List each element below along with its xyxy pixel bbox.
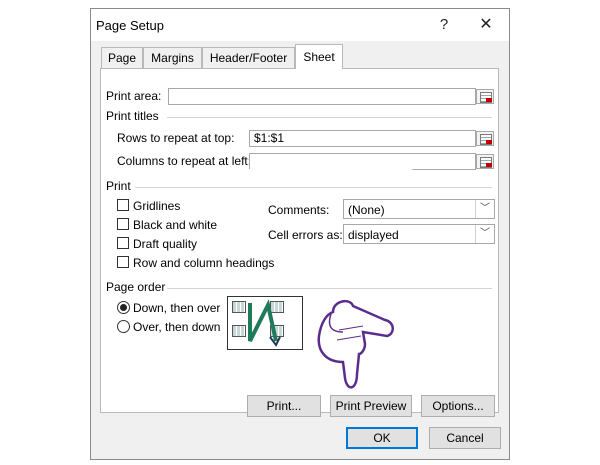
- down-then-over-label: Down, then over: [133, 301, 221, 315]
- black-white-label: Black and white: [133, 218, 218, 232]
- print-titles-heading: Print titles: [106, 109, 159, 123]
- row-col-headings-checkbox[interactable]: [117, 256, 129, 268]
- tab-header-footer[interactable]: Header/Footer: [202, 47, 295, 68]
- page-order-preview-icon: [227, 296, 303, 350]
- ok-button[interactable]: OK: [346, 427, 418, 449]
- tab-margins[interactable]: Margins: [143, 47, 202, 68]
- over-then-down-radio[interactable]: [117, 320, 130, 333]
- collapse-range-icon[interactable]: [476, 89, 494, 104]
- chevron-down-icon[interactable]: ﹀: [475, 225, 494, 243]
- page-setup-dialog: Page Setup ? ✕ Page Margins Header/Foote…: [90, 8, 510, 460]
- chevron-down-icon[interactable]: ﹀: [475, 200, 494, 218]
- print-heading: Print: [106, 179, 131, 193]
- comments-value: (None): [348, 203, 385, 217]
- draft-quality-checkbox[interactable]: [117, 237, 129, 249]
- rows-repeat-label: Rows to repeat at top:: [117, 131, 235, 145]
- help-icon[interactable]: ?: [431, 13, 457, 37]
- title-bar: Page Setup ? ✕: [91, 9, 509, 41]
- draft-quality-label: Draft quality: [133, 237, 198, 251]
- cell-errors-label: Cell errors as:: [268, 228, 343, 242]
- collapse-range-icon[interactable]: [476, 131, 494, 146]
- divider: [167, 288, 492, 289]
- cols-repeat-label: Columns to repeat at left:: [117, 154, 252, 168]
- black-white-checkbox[interactable]: [117, 218, 129, 230]
- print-area-field[interactable]: [168, 88, 476, 105]
- page-order-heading: Page order: [106, 280, 166, 294]
- tab-sheet[interactable]: Sheet: [295, 44, 343, 69]
- print-area-label: Print area:: [106, 89, 162, 103]
- options-button[interactable]: Options...: [421, 395, 495, 417]
- rows-repeat-field[interactable]: $1:$1: [249, 130, 476, 147]
- row-col-headings-label: Row and column headings: [133, 256, 275, 270]
- sheet-panel: Print area: Print titles Rows to repeat …: [100, 68, 499, 417]
- cell-errors-select[interactable]: displayed ﹀: [343, 224, 495, 244]
- divider: [135, 187, 492, 188]
- comments-select[interactable]: (None) ﹀: [343, 199, 495, 219]
- divider: [167, 117, 492, 118]
- tab-page[interactable]: Page: [101, 47, 143, 68]
- dialog-title: Page Setup: [96, 18, 164, 33]
- order-arrow-icon: [248, 299, 281, 347]
- close-icon[interactable]: ✕: [473, 13, 499, 37]
- gridlines-checkbox[interactable]: [117, 199, 129, 211]
- cols-repeat-field[interactable]: [249, 153, 476, 170]
- cell-errors-value: displayed: [348, 228, 399, 242]
- pointing-hand-icon: [317, 299, 394, 389]
- gridlines-label: Gridlines: [133, 199, 181, 213]
- comments-label: Comments:: [268, 203, 330, 217]
- cancel-button[interactable]: Cancel: [429, 427, 501, 449]
- collapse-range-icon[interactable]: [476, 154, 494, 169]
- down-then-over-radio[interactable]: [117, 301, 130, 314]
- over-then-down-label: Over, then down: [133, 320, 221, 334]
